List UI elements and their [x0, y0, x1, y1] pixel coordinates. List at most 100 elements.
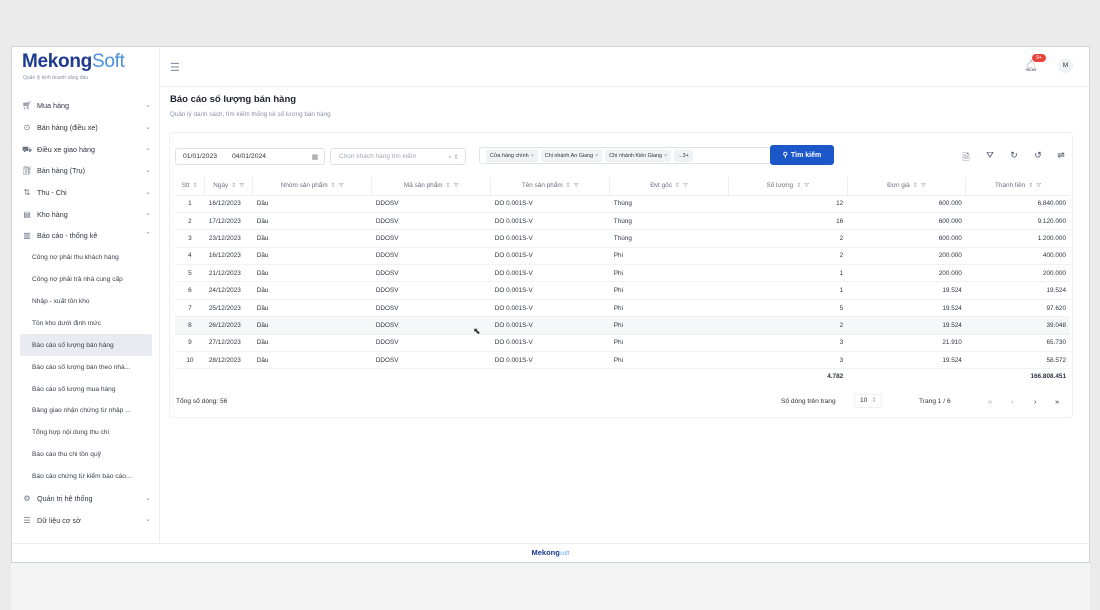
table-cell: 400.000: [965, 247, 1070, 266]
filter-icon[interactable]: ⛛: [339, 183, 344, 189]
filter-icon[interactable]: ⛛: [921, 183, 926, 189]
column-header[interactable]: Nhóm sản phẩm ⇕ ⛛: [252, 177, 373, 196]
sidebar-report-item[interactable]: Báo cáo số lượng mua hàng: [12, 378, 159, 400]
sidebar-item[interactable]: ⛟ Điều xe giao hàng ⌄: [12, 138, 159, 160]
table-row[interactable]: 4 16/12/2023 Dầu DDOSV DO 0.001S-V Phi 2 200.00…: [175, 247, 1070, 266]
sort-icon[interactable]: ⇕: [796, 183, 801, 189]
table-row[interactable]: 1 16/12/2023 Dầu DDOSV DO 0.001S-V Thùng 12 600…: [175, 195, 1070, 213]
column-header[interactable]: Đvt gốc ⇕ ⛛: [609, 177, 729, 196]
table-row[interactable]: 2 17/12/2023 Dầu DDOSV DO 0.001S-V Thùng 16 600…: [175, 212, 1070, 231]
filter-icon[interactable]: ⛛: [683, 183, 688, 189]
table-row[interactable]: 5 21/12/2023 Dầu DDOSV DO 0.001S-V Phi 1 200.00…: [175, 264, 1070, 283]
settings-sliders-icon[interactable]: ⇌: [1055, 150, 1067, 161]
column-header[interactable]: Thành tiền ⇕ ⛛: [965, 177, 1070, 196]
sort-icon[interactable]: ⇕: [193, 183, 198, 189]
warehouse-icon: ▤: [23, 209, 31, 219]
sidebar-report-item[interactable]: Bảng giao nhận chứng từ nhập ...: [12, 400, 159, 422]
filter-icon[interactable]: ⛛: [984, 150, 996, 161]
clear-icon[interactable]: × ⇕: [448, 153, 459, 161]
table-cell: 19.524: [847, 281, 966, 300]
sidebar-item[interactable]: ▤ Kho hàng ⌄: [12, 203, 159, 225]
column-header[interactable]: Ngày ⇕ ⛛: [204, 177, 254, 196]
filter-icon[interactable]: ⛛: [574, 183, 579, 189]
column-header[interactable]: Mã sản phẩm ⇕ ⛛: [371, 177, 492, 196]
table-row[interactable]: 3 23/12/2023 Dầu DDOSV DO 0.001S-V Thùng 2 600.…: [175, 229, 1070, 248]
table-cell: Dầu: [252, 299, 372, 318]
table-cell: 3: [175, 229, 205, 248]
sort-icon[interactable]: ⇕: [675, 183, 680, 189]
next-page-icon[interactable]: ›: [1034, 397, 1037, 406]
page-info: Trang 1 / 6: [919, 398, 951, 405]
avatar[interactable]: M: [1058, 58, 1073, 73]
logo-tagline: Quản lý kinh doanh xăng dầu: [23, 75, 89, 81]
sidebar-report-item[interactable]: Báo cáo số lượng bán theo nhà...: [12, 356, 159, 378]
refresh-icon[interactable]: ↻: [1008, 150, 1020, 161]
sort-icon[interactable]: ⇕: [331, 183, 336, 189]
column-header[interactable]: Số lượng ⇕ ⛛: [728, 177, 848, 196]
table-row[interactable]: 8 26/12/2023 Dầu DDOSV DO 0.001S-V Phi 2 19.524…: [175, 316, 1070, 335]
filter-icon[interactable]: ⛛: [454, 183, 459, 189]
sidebar-item[interactable]: ⇅ Thu - Chi ⌄: [12, 182, 159, 204]
column-header[interactable]: Tên sản phẩm ⇕ ⛛: [490, 177, 611, 196]
table-cell: 600.000: [847, 212, 966, 231]
table-cell: 3: [728, 334, 848, 353]
sort-icon[interactable]: ⇕: [1028, 183, 1033, 189]
date-to[interactable]: 04/01/2024: [232, 153, 266, 160]
exchange-icon: ⇅: [23, 188, 31, 198]
table-cell: 1: [728, 264, 848, 283]
sort-icon[interactable]: ⇕: [566, 183, 571, 189]
table-row[interactable]: 6 24/12/2023 Dầu DDOSV DO 0.001S-V Phi 1 19.524…: [175, 281, 1070, 300]
filter-icon[interactable]: ⛛: [239, 183, 244, 189]
sidebar-report-item[interactable]: Tồn kho dưới định mức: [12, 312, 159, 334]
sidebar-item-label: Quản trị hệ thống: [37, 493, 93, 503]
logo[interactable]: MekongSoft: [22, 51, 125, 73]
sidebar-item[interactable]: ▥ Báo cáo - thống kê ⌃: [12, 225, 159, 247]
last-page-icon[interactable]: »: [1055, 397, 1059, 406]
branch-tag[interactable]: Chi nhánh Kiên Giang ×: [605, 149, 672, 162]
calendar-icon[interactable]: ▦: [312, 153, 318, 161]
date-from[interactable]: 01/01/2023: [183, 153, 217, 160]
date-range-picker[interactable]: 01/01/2023 04/01/2024 ▦: [175, 148, 325, 165]
first-page-icon[interactable]: «: [988, 397, 992, 406]
sort-icon[interactable]: ⇕: [913, 183, 918, 189]
sidebar-report-item[interactable]: Nhập - xuất tồn kho: [12, 291, 159, 313]
sidebar-item[interactable]: ☰ Dữ liệu cơ sở ⌄: [12, 509, 159, 531]
sidebar-item-label: Kho hàng: [37, 209, 68, 219]
table-row[interactable]: 9 27/12/2023 Dầu DDOSV DO 0.001S-V Phi 3 21.910…: [175, 334, 1070, 353]
more-tags[interactable]: ...3+: [674, 149, 693, 162]
sidebar-item[interactable]: ⚙︎ Quản trị hệ thống ⌄: [12, 488, 159, 510]
table-cell: 24/12/2023: [204, 281, 253, 300]
sidebar-report-item[interactable]: Báo cáo thu chi tồn quỹ: [12, 444, 159, 466]
column-header[interactable]: Đơn giá ⇕ ⛛: [847, 177, 967, 196]
export-pdf-icon[interactable]: 🗎︎: [960, 150, 972, 166]
sidebar-item[interactable]: 🛒︎ Mua hàng ⌄: [12, 95, 159, 117]
table-row[interactable]: 10 28/12/2023 Dầu DDOSV DO 0.001S-V Phi 3 19.52…: [175, 351, 1070, 370]
sidebar-report-item[interactable]: Công nợ phải trả nhà cung cấp: [12, 269, 159, 291]
sidebar-item[interactable]: ⊙ Bán hàng (điều xe) ⌄: [12, 117, 159, 139]
chevron-down-icon: ⌄: [145, 123, 151, 131]
sort-icon[interactable]: ⇕: [231, 183, 236, 189]
prev-page-icon[interactable]: ‹: [1011, 397, 1014, 406]
history-icon[interactable]: ↺: [1032, 150, 1044, 161]
sidebar-report-item[interactable]: Báo cáo chứng từ kiểm báo cáo...: [12, 466, 159, 488]
mouse-cursor-icon: ⬉: [473, 326, 481, 336]
hamburger-menu-icon[interactable]: ☰: [170, 61, 180, 74]
branch-tag-select[interactable]: Cửa hàng chính × Chi nhánh An Giang × Chi …: [479, 147, 771, 164]
customer-select[interactable]: Chọn khách hàng tìm kiếm × ⇕: [330, 148, 466, 165]
sort-icon[interactable]: ⇕: [446, 183, 451, 189]
filter-icon[interactable]: ⛛: [1036, 183, 1041, 189]
search-button[interactable]: ⚲ Tìm kiếm: [770, 145, 834, 165]
column-header[interactable]: Stt ⇕: [175, 177, 206, 196]
table-cell: DO 0.001S-V: [490, 351, 610, 370]
branch-tag[interactable]: Cửa hàng chính ×: [486, 149, 538, 162]
page-title: Báo cáo số lượng bán hàng: [170, 94, 297, 105]
sidebar-report-item[interactable]: Báo cáo số lượng bán hàng: [20, 334, 152, 357]
branch-tag[interactable]: Chi nhánh An Giang ×: [540, 149, 603, 162]
table-row[interactable]: 7 25/12/2023 Dầu DDOSV DO 0.001S-V Phi 5 19.524…: [175, 299, 1070, 318]
filter-icon[interactable]: ⛛: [804, 183, 809, 189]
sidebar-item[interactable]: ⛽︎ Bán hàng (Trụ) ⌄: [12, 160, 159, 182]
table-total-row: 4.782 166.808.451: [175, 369, 1070, 384]
sidebar-report-item[interactable]: Tổng hợp nội dung thu chi: [12, 422, 159, 444]
sidebar-report-item[interactable]: Công nợ phải thu khách hàng: [12, 247, 159, 269]
rows-per-page-select[interactable]: 10 ⇕: [854, 394, 882, 408]
